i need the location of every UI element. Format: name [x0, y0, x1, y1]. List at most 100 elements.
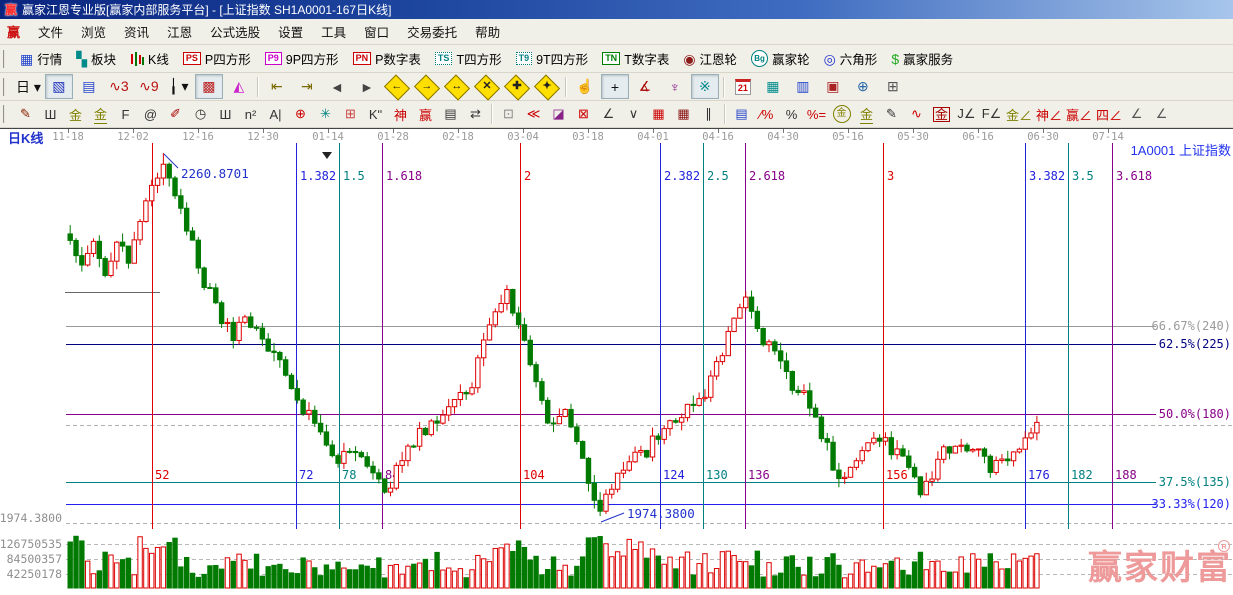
box-tool-button[interactable]: ⊡ — [496, 103, 521, 126]
workstation-button[interactable]: ⊞ — [879, 74, 907, 99]
gold-circle-tool-button[interactable]: 金 — [829, 103, 854, 126]
angle-plain-2-button[interactable]: ∠ — [1149, 103, 1174, 126]
candle-style-dropdown-button[interactable]: 日 ▾ — [14, 74, 43, 99]
chart-canvas[interactable]: 11-1812-0212-1612-3001-1401-2802-1803-04… — [0, 128, 1233, 590]
feature-button-sectors[interactable]: ▚板块 — [69, 47, 123, 70]
colored-chart-button[interactable]: ◭ — [225, 74, 253, 99]
k-wave-tool-button[interactable]: Kʺ — [363, 103, 388, 126]
diamond-horizontal-button[interactable]: ↔ — [443, 74, 471, 99]
web-star-tool-button[interactable]: ✳ — [313, 103, 338, 126]
red-fan-tool-button[interactable]: ≪ — [521, 103, 546, 126]
shen-angle-tool-button[interactable]: 神∠ — [1034, 103, 1064, 126]
x-square-tool-button[interactable]: ⊠ — [571, 103, 596, 126]
ying-angle-tool-button[interactable]: 赢∠ — [1064, 103, 1094, 126]
diamond-star-button[interactable]: ✦ — [533, 74, 561, 99]
goto-last-button[interactable]: ⇥ — [293, 74, 321, 99]
fan-square-tool-button[interactable]: ◪ — [546, 103, 571, 126]
menu-item[interactable]: 设置 — [269, 23, 312, 43]
menu-item[interactable]: 资讯 — [115, 23, 158, 43]
f-comb-button[interactable]: F — [113, 103, 138, 126]
feature-button-p9-square[interactable]: P99P四方形 — [258, 47, 346, 70]
percent-tool-button[interactable]: % — [779, 103, 804, 126]
red-grid-tool-button[interactable]: ▦ — [646, 103, 671, 126]
menu-item[interactable]: 文件 — [29, 23, 72, 43]
angle-plain-1-button[interactable]: ∠ — [1124, 103, 1149, 126]
feature-button-p-number-table[interactable]: PNP数字表 — [346, 47, 428, 70]
percent-eq-tool-button[interactable]: %= — [804, 103, 829, 126]
span-arrows-button[interactable]: ⇄ — [463, 103, 488, 126]
red-pen-tool-button[interactable]: ✐ — [163, 103, 188, 126]
hand-tool-button[interactable]: ☝ — [571, 74, 599, 99]
chart-area[interactable]: 11-1812-0212-1612-3001-1401-2802-1803-04… — [0, 128, 1233, 590]
comb-lines-2-button[interactable]: Ш — [213, 103, 238, 126]
save-button[interactable]: ▣ — [819, 74, 847, 99]
diamond-cross-button[interactable]: ✕ — [473, 74, 501, 99]
goto-first-button[interactable]: ⇤ — [263, 74, 291, 99]
feature-button-winner-service[interactable]: $赢家服务 — [884, 47, 960, 70]
red-pattern-toggle-button[interactable]: ▩ — [195, 74, 223, 99]
time-clock-tool-button[interactable]: ◷ — [188, 103, 213, 126]
ruler-123-button[interactable]: ▤ — [438, 103, 463, 126]
feature-button-kline[interactable]: K线 — [123, 47, 176, 70]
spiral-tool-button[interactable]: @ — [138, 103, 163, 126]
menu-item[interactable]: 江恩 — [158, 23, 201, 43]
menu-item[interactable]: 浏览 — [72, 23, 115, 43]
red-wave-tool-button[interactable]: ∿ — [904, 103, 929, 126]
gold-angle-tool-button[interactable]: 金∠ — [1004, 103, 1034, 126]
pattern-window-toggle-button[interactable]: ▧ — [45, 74, 73, 99]
diamond-left-button[interactable]: ← — [383, 74, 411, 99]
menu-item[interactable]: 窗口 — [355, 23, 398, 43]
feature-button-p-square[interactable]: PSP四方形 — [176, 47, 258, 70]
export-web-button[interactable]: ⊕ — [849, 74, 877, 99]
v-wave-tool-button[interactable]: ∨ — [621, 103, 646, 126]
toolbar-grip[interactable] — [3, 50, 9, 68]
purple-shape-tool-button[interactable]: ♆ — [661, 74, 689, 99]
feature-button-t-square[interactable]: TST四方形 — [428, 47, 509, 70]
prev-bar-button[interactable]: ◄ — [323, 74, 351, 99]
feature-button-quotes[interactable]: ▦行情 — [13, 47, 69, 70]
feature-button-t-number-table[interactable]: TNT数字表 — [595, 47, 676, 70]
info-panel-button[interactable]: ▤ — [75, 74, 103, 99]
calendar-button[interactable]: 21 — [729, 74, 757, 99]
airbrush-tool-button[interactable]: ✎ — [13, 103, 38, 126]
menu-item[interactable]: 公式选股 — [201, 23, 269, 43]
gold-sieve-1-button[interactable]: 金 — [63, 103, 88, 126]
angle-fan-tool-button[interactable]: ∠ — [596, 103, 621, 126]
notes-button[interactable]: ▥ — [789, 74, 817, 99]
calculator-button[interactable]: ▦ — [759, 74, 787, 99]
feature-button-gann-wheel[interactable]: ◉江恩轮 — [676, 47, 744, 70]
diamond-right-button[interactable]: → — [413, 74, 441, 99]
toolbar-grip[interactable] — [3, 105, 9, 123]
comb-lines-button[interactable]: Ш — [38, 103, 63, 126]
web-grid-tool-button[interactable]: ⊞ — [338, 103, 363, 126]
percent-slash-tool-button[interactable]: ⁄% — [754, 103, 779, 126]
n-square-tool-button[interactable]: n² — [238, 103, 263, 126]
diamond-plus-button[interactable]: ✚ — [503, 74, 531, 99]
si-angle-tool-button[interactable]: 四∠ — [1094, 103, 1124, 126]
crosshair-tool-button[interactable]: + — [601, 74, 629, 99]
wave-segment-3-button[interactable]: ∿3 — [105, 74, 133, 99]
f-angle-tool-button[interactable]: F∠ — [979, 103, 1004, 126]
j-angle-tool-button[interactable]: J∠ — [954, 103, 979, 126]
window-titlebar[interactable]: 赢 赢家江恩专业版[赢家内部服务平台] - [上证指数 SH1A0001-167… — [0, 0, 1233, 19]
single-candle-dropdown-button[interactable]: ╽ ▾ — [165, 74, 193, 99]
mirror-tool-button[interactable]: A| — [263, 103, 288, 126]
gold-line-tool-button[interactable]: 金 — [854, 103, 879, 126]
dark-grid-tool-button[interactable]: ▦ — [671, 103, 696, 126]
gold-boxed-tool-button[interactable]: 金 — [929, 103, 954, 126]
feature-button-t9-square[interactable]: T99T四方形 — [509, 47, 596, 70]
next-bar-button[interactable]: ► — [353, 74, 381, 99]
angle-measure-button[interactable]: ∡ — [631, 74, 659, 99]
feature-button-winner-wheel[interactable]: Bg赢家轮 — [744, 47, 817, 70]
shen-comb-tool-button[interactable]: 神 — [388, 103, 413, 126]
parallel-lines-tool-button[interactable]: ∥ — [696, 103, 721, 126]
menu-item[interactable]: 帮助 — [466, 23, 509, 43]
wave-segment-9-button[interactable]: ∿9 — [135, 74, 163, 99]
knife-pen-tool-button[interactable]: ✎ — [879, 103, 904, 126]
feature-button-hexagon[interactable]: ◎六角形 — [817, 47, 885, 70]
menu-item[interactable]: 交易委托 — [398, 23, 466, 43]
ying-comb-tool-button[interactable]: 赢 — [413, 103, 438, 126]
gold-sieve-2-button[interactable]: 金 — [88, 103, 113, 126]
circle-cross-tool-button[interactable]: ⊕ — [288, 103, 313, 126]
brain-maze-toggle-button[interactable]: ※ — [691, 74, 719, 99]
